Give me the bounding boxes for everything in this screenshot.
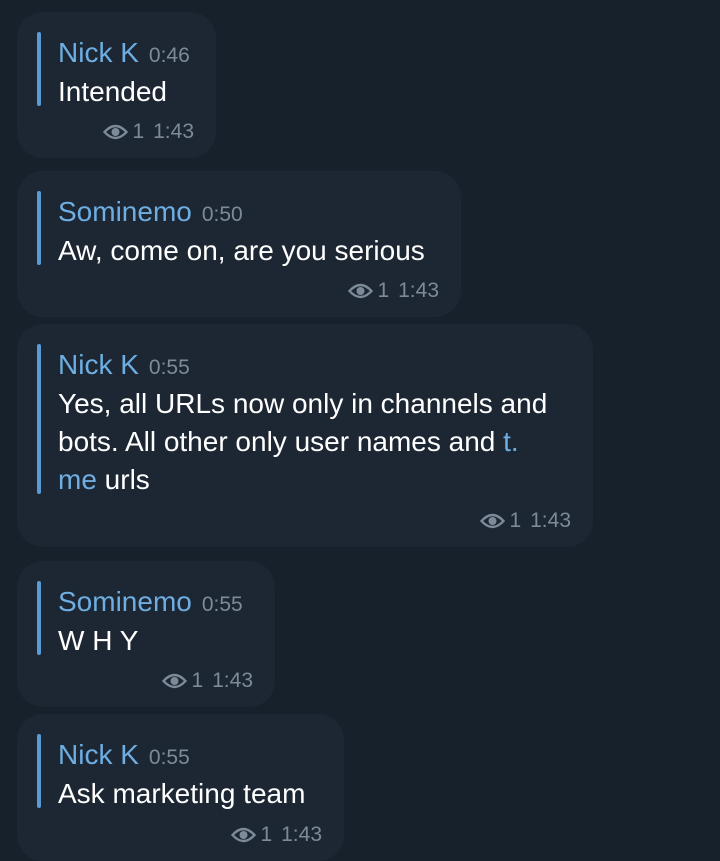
sender-name[interactable]: Nick K	[58, 37, 139, 68]
forward-quote-bar	[37, 191, 41, 265]
message-header: Sominemo 0:50	[58, 195, 243, 234]
tme-link[interactable]: me	[58, 464, 97, 495]
message-bubble[interactable]: Sominemo 0:50 Aw, come on, are you seriou…	[17, 171, 461, 317]
message-text-line: Yes, all URLs now only in channels and	[58, 388, 548, 419]
forward-quote-bar	[37, 344, 41, 494]
eye-icon	[348, 283, 374, 299]
forward-quote-bar	[37, 581, 41, 655]
message-header: Nick K 0:46	[58, 36, 190, 75]
message-bubble[interactable]: Nick K 0:55 Yes, all URLs now only in cha…	[17, 324, 593, 547]
message-time: 1:43	[530, 509, 571, 532]
message-meta: 1 1:43	[162, 669, 253, 693]
message-time: 1:43	[398, 279, 439, 302]
message-text-segment: urls	[96, 464, 150, 495]
message-text-line: me urls	[58, 461, 547, 499]
message-text: W H Y	[58, 625, 139, 656]
message-header: Sominemo 0:55	[58, 585, 243, 624]
tme-link[interactable]: t.	[503, 426, 519, 457]
forwarded-time: 0:55	[148, 356, 190, 379]
view-count: 1	[191, 669, 204, 692]
sender-name[interactable]: Nick K	[58, 739, 139, 770]
message-meta: 1 1:43	[348, 279, 439, 303]
message-header: Nick K 0:55	[58, 348, 190, 387]
message-meta: 1 1:43	[231, 823, 322, 847]
view-count: 1	[377, 279, 390, 302]
view-count: 1	[132, 120, 145, 143]
message-text: Yes, all URLs now only in channels and b…	[58, 385, 547, 499]
forward-quote-bar	[37, 734, 41, 808]
message-time: 1:43	[153, 120, 194, 143]
sender-name[interactable]: Sominemo	[58, 196, 192, 227]
message-text-line: bots. All other only user names and t.	[58, 423, 547, 461]
message-time: 1:43	[212, 669, 253, 692]
message-text: Ask marketing team	[58, 778, 306, 809]
forwarded-time: 0:50	[201, 203, 243, 226]
forwarded-time: 0:55	[201, 593, 243, 616]
forwarded-time: 0:46	[148, 44, 190, 67]
view-count: 1	[509, 509, 522, 532]
message-text: Intended	[58, 76, 167, 107]
eye-icon	[480, 513, 506, 529]
forward-quote-bar	[37, 32, 41, 106]
eye-icon	[103, 124, 129, 140]
sender-name[interactable]: Sominemo	[58, 586, 192, 617]
message-time: 1:43	[281, 823, 322, 846]
forwarded-time: 0:55	[148, 746, 190, 769]
eye-icon	[231, 827, 257, 843]
message-text-segment: bots. All other only user names and	[58, 426, 504, 457]
eye-icon	[162, 673, 188, 689]
message-header: Nick K 0:55	[58, 738, 190, 777]
message-bubble[interactable]: Nick K 0:46 Intended 1 1:43	[17, 12, 216, 158]
view-count: 1	[260, 823, 273, 846]
message-meta: 1 1:43	[103, 120, 194, 144]
message-meta: 1 1:43	[480, 509, 571, 533]
message-bubble[interactable]: Nick K 0:55 Ask marketing team 1 1:43	[17, 714, 344, 861]
message-bubble[interactable]: Sominemo 0:55 W H Y 1 1:43	[17, 561, 275, 707]
message-text: Aw, come on, are you serious	[58, 235, 425, 266]
sender-name[interactable]: Nick K	[58, 349, 139, 380]
